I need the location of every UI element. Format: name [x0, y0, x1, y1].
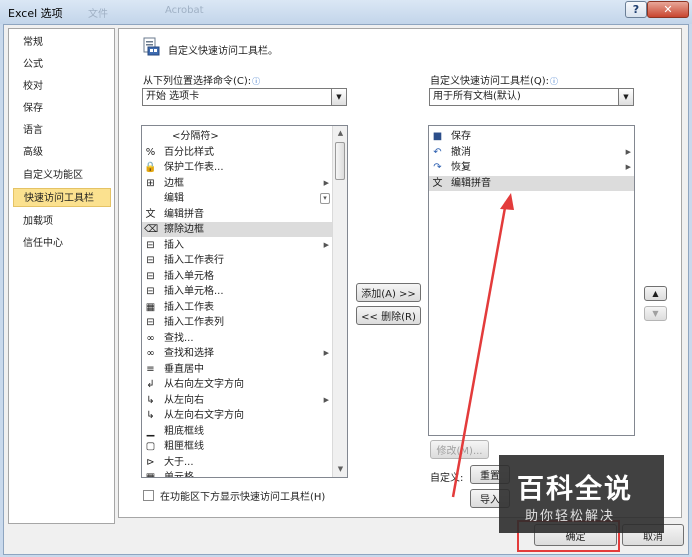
watermark-logo: 百科全说 助你轻松解决: [499, 455, 664, 533]
watermark-subtitle: 助你轻松解决: [525, 509, 616, 524]
watermark-title: 百科全说: [517, 474, 633, 505]
